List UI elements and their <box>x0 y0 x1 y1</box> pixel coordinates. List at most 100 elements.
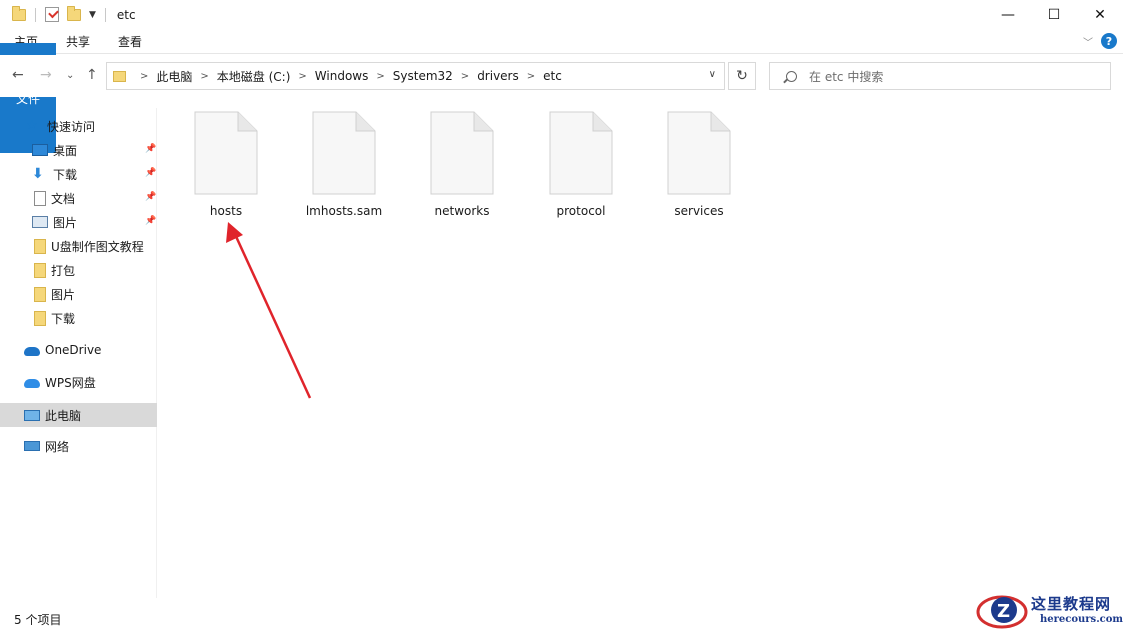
status-item-count: 5 个项目 <box>14 613 62 627</box>
toolbar-separator <box>104 7 106 22</box>
file-name: protocol <box>556 204 606 218</box>
sidebar-item-downloads[interactable]: ⬇ 下载 📌 <box>0 162 157 186</box>
sidebar-item-downloads-folder[interactable]: 下载 <box>0 306 157 330</box>
sidebar-item-quick-access[interactable]: ★ 快速访问 <box>0 114 157 138</box>
wps-cloud-icon <box>24 379 40 388</box>
breadcrumb-separator-icon[interactable]: > <box>200 71 208 82</box>
search-input[interactable]: 在 etc 中搜索 <box>809 68 883 85</box>
window-controls: — ☐ ✕ <box>985 0 1123 29</box>
breadcrumb-drivers[interactable]: drivers <box>477 69 519 83</box>
folder-icon <box>34 238 46 254</box>
breadcrumb-system32[interactable]: System32 <box>393 69 453 83</box>
sidebar-item-label: 桌面 <box>53 143 78 158</box>
search-icon <box>786 70 797 82</box>
sidebar-item-label: 打包 <box>51 263 76 278</box>
picture-icon <box>32 216 48 228</box>
breadcrumb-this-pc[interactable]: 此电脑 <box>156 68 192 85</box>
minimize-button[interactable]: — <box>985 0 1031 29</box>
close-button[interactable]: ✕ <box>1077 0 1123 29</box>
onedrive-cloud-icon <box>24 347 40 356</box>
file-item-hosts[interactable]: hosts <box>176 111 276 221</box>
sidebar-item-label: 文档 <box>51 191 76 206</box>
breadcrumb-separator-icon[interactable]: > <box>298 71 306 82</box>
computer-icon <box>24 409 40 421</box>
sidebar-item-label: 图片 <box>51 287 76 302</box>
pin-icon[interactable]: 📌 <box>145 144 156 154</box>
file-item-lmhosts[interactable]: lmhosts.sam <box>294 111 394 221</box>
file-icon <box>430 111 494 195</box>
breadcrumb-separator-icon[interactable]: > <box>140 71 148 82</box>
folder-icon <box>12 5 26 21</box>
file-icon <box>194 111 258 195</box>
sidebar-item-label: 图片 <box>53 215 78 230</box>
recent-locations-chevron-icon[interactable]: ⌄ <box>66 70 74 81</box>
folder-icon <box>34 286 46 302</box>
file-item-networks[interactable]: networks <box>412 111 512 221</box>
breadcrumb-separator-icon[interactable]: > <box>461 71 469 82</box>
sidebar-item-pictures-folder[interactable]: 图片 <box>0 282 157 306</box>
forward-arrow-icon[interactable]: → <box>40 67 52 83</box>
sidebar-item-wps[interactable]: WPS网盘 <box>0 370 157 394</box>
watermark-url: herecours.com <box>1040 614 1123 625</box>
new-folder-icon[interactable] <box>67 5 81 21</box>
customize-toolbar-icon[interactable]: ▼ <box>89 10 96 20</box>
address-bar[interactable]: > 此电脑 > 本地磁盘 (C:) > Windows > System32 >… <box>106 62 725 90</box>
file-icon <box>312 111 376 195</box>
tab-share[interactable]: 共享 <box>52 29 104 53</box>
pin-icon[interactable]: 📌 <box>145 192 156 202</box>
network-icon <box>24 441 40 451</box>
sidebar-item-usb-tutorial[interactable]: U盘制作图文教程 <box>0 234 157 258</box>
maximize-button[interactable]: ☐ <box>1031 0 1077 29</box>
sidebar-item-documents[interactable]: 文档 📌 <box>0 186 157 210</box>
breadcrumb-separator-icon[interactable]: > <box>527 71 535 82</box>
navigation-bar: ← → ⌄ ↑ > 此电脑 > 本地磁盘 (C:) > Windows > Sy… <box>0 55 1123 97</box>
search-box[interactable]: 在 etc 中搜索 <box>769 62 1111 90</box>
breadcrumb: > 此电脑 > 本地磁盘 (C:) > Windows > System32 >… <box>132 68 562 85</box>
refresh-icon: ↻ <box>736 68 748 84</box>
file-name: lmhosts.sam <box>305 204 383 218</box>
sidebar-item-label: 此电脑 <box>45 408 82 423</box>
tab-view[interactable]: 查看 <box>104 29 156 53</box>
pin-icon[interactable]: 📌 <box>145 168 156 178</box>
breadcrumb-windows[interactable]: Windows <box>315 69 369 83</box>
address-folder-icon <box>113 70 126 82</box>
sidebar-item-label: 下载 <box>53 167 78 182</box>
file-icon <box>549 111 613 195</box>
sidebar-item-package[interactable]: 打包 <box>0 258 157 282</box>
sidebar-item-network[interactable]: 网络 <box>0 434 157 458</box>
ribbon-tabs: 文件 主页 共享 查看 ﹀ ? <box>0 29 1123 153</box>
sidebar-item-pictures[interactable]: 图片 📌 <box>0 210 157 234</box>
svg-text:Z: Z <box>997 601 1010 622</box>
back-arrow-icon[interactable]: ← <box>12 67 24 83</box>
sidebar-item-onedrive[interactable]: OneDrive <box>0 338 157 362</box>
address-dropdown-chevron-icon[interactable]: ∨ <box>709 69 716 80</box>
star-icon: ★ <box>26 118 38 133</box>
breadcrumb-etc[interactable]: etc <box>543 69 562 83</box>
toolbar-separator <box>35 7 36 22</box>
breadcrumb-separator-icon[interactable]: > <box>376 71 384 82</box>
file-item-protocol[interactable]: protocol <box>531 111 631 221</box>
sidebar-item-desktop[interactable]: 桌面 📌 <box>0 138 157 162</box>
desktop-icon <box>32 144 48 156</box>
folder-icon <box>34 262 46 278</box>
navigation-pane: ★ 快速访问 桌面 📌 ⬇ 下载 📌 文档 📌 图片 📌 U盘制作图文教程 打包… <box>0 108 157 598</box>
sidebar-item-label: WPS网盘 <box>45 375 96 390</box>
properties-icon[interactable] <box>45 7 59 22</box>
up-arrow-icon[interactable]: ↑ <box>86 67 98 83</box>
file-name: networks <box>434 204 490 218</box>
ribbon-right: ﹀ ? <box>1083 33 1117 49</box>
document-icon <box>34 190 46 206</box>
help-icon[interactable]: ? <box>1101 33 1117 49</box>
window-title: etc <box>116 7 136 22</box>
breadcrumb-local-disk[interactable]: 本地磁盘 (C:) <box>217 68 291 85</box>
expand-ribbon-chevron-icon[interactable]: ﹀ <box>1083 34 1093 49</box>
watermark-z-icon: Z <box>976 595 1028 629</box>
watermark-logo: Z 这里教程网 herecours.com <box>976 590 1123 632</box>
file-item-services[interactable]: services <box>649 111 749 221</box>
download-arrow-icon: ⬇ <box>32 166 44 182</box>
sidebar-item-label: 快速访问 <box>47 119 96 134</box>
pin-icon[interactable]: 📌 <box>145 216 156 226</box>
sidebar-item-this-pc[interactable]: 此电脑 <box>0 403 157 427</box>
folder-icon <box>34 310 46 326</box>
refresh-button[interactable]: ↻ <box>728 62 756 90</box>
